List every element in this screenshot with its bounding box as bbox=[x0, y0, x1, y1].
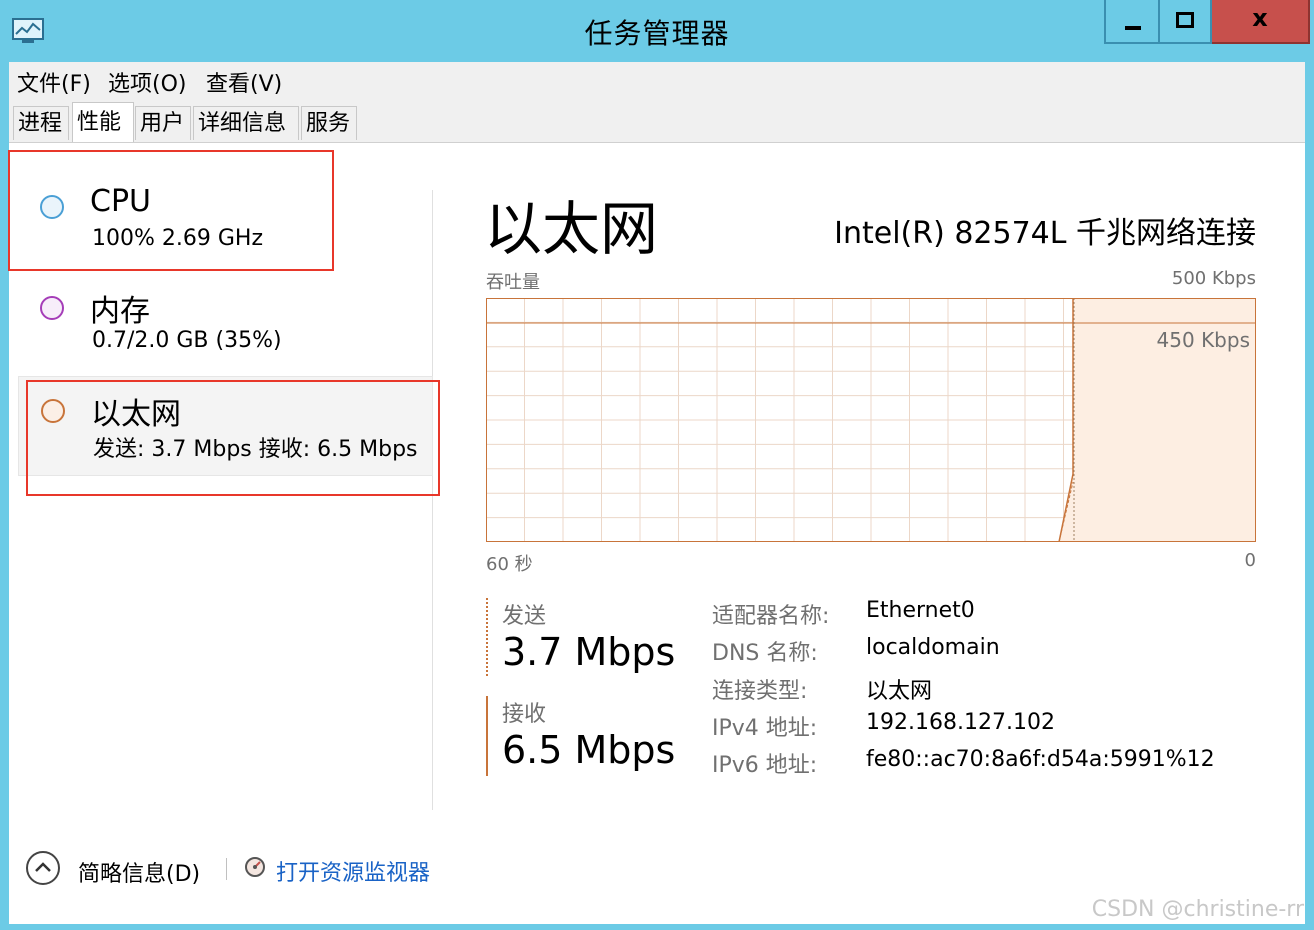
send-indicator bbox=[486, 598, 488, 676]
tab-services[interactable]: 服务 bbox=[301, 106, 357, 140]
footer-separator bbox=[226, 858, 227, 880]
window-border-right bbox=[1305, 62, 1314, 930]
annotation-box-ethernet bbox=[26, 380, 440, 496]
maximize-button[interactable] bbox=[1160, 0, 1212, 44]
window-border-bottom bbox=[0, 924, 1314, 930]
receive-indicator bbox=[486, 696, 488, 776]
sidebar-item-memory[interactable]: 内存 0.7/2.0 GB (35%) bbox=[18, 272, 433, 372]
menu-bar: 文件(F) 选项(O) 查看(V) bbox=[9, 62, 1305, 100]
collapse-button[interactable] bbox=[26, 851, 60, 885]
graph-label-throughput: 吞吐量 bbox=[486, 272, 540, 293]
prop-value-connection-type: 以太网 bbox=[866, 679, 933, 704]
prop-label-connection-type: 连接类型: bbox=[712, 679, 808, 704]
maximize-icon bbox=[1176, 12, 1194, 28]
prop-value-ipv4: 192.168.127.102 bbox=[866, 710, 1055, 735]
prop-label-adapter: 适配器名称: bbox=[712, 604, 830, 629]
close-button[interactable]: x bbox=[1212, 0, 1310, 44]
tab-performance[interactable]: 性能 bbox=[72, 102, 134, 142]
annotation-box-cpu bbox=[8, 150, 334, 271]
tab-users[interactable]: 用户 bbox=[135, 106, 191, 140]
send-value: 3.7 Mbps bbox=[502, 630, 676, 674]
prop-label-ipv6: IPv6 地址: bbox=[712, 753, 818, 778]
minimize-button[interactable] bbox=[1104, 0, 1160, 44]
close-icon: x bbox=[1252, 4, 1268, 32]
graph-inner-label: 450 Kbps bbox=[1156, 328, 1250, 352]
sidebar-item-label: 内存 bbox=[90, 294, 150, 329]
prop-value-adapter: Ethernet0 bbox=[866, 598, 975, 623]
graph-label-max: 500 Kbps bbox=[1171, 268, 1256, 289]
minimize-icon bbox=[1125, 26, 1141, 30]
receive-value: 6.5 Mbps bbox=[502, 728, 676, 772]
detail-title: 以太网 bbox=[484, 195, 659, 263]
send-label: 发送 bbox=[502, 604, 547, 629]
tab-details[interactable]: 详细信息 bbox=[193, 106, 299, 140]
throughput-graph bbox=[486, 298, 1256, 542]
open-resource-monitor-link[interactable]: 打开资源监视器 bbox=[276, 855, 430, 887]
prop-label-dns: DNS 名称: bbox=[712, 641, 818, 666]
receive-label: 接收 bbox=[502, 702, 547, 727]
adapter-name: Intel(R) 82574L 千兆网络连接 bbox=[834, 216, 1256, 251]
sidebar-item-detail: 0.7/2.0 GB (35%) bbox=[92, 328, 282, 353]
resource-monitor-icon bbox=[245, 857, 265, 877]
prop-value-ipv6: fe80::ac70:8a6f:d54a:5991%12 bbox=[866, 747, 1215, 772]
prop-value-dns: localdomain bbox=[866, 635, 1000, 660]
prop-label-ipv4: IPv4 地址: bbox=[712, 716, 818, 741]
menu-file[interactable]: 文件(F) bbox=[17, 66, 91, 98]
graph-axis-right: 0 bbox=[1244, 550, 1256, 571]
tab-processes[interactable]: 进程 bbox=[13, 106, 69, 140]
fewer-details-label[interactable]: 简略信息(D) bbox=[78, 856, 200, 888]
graph-axis-left: 60 秒 bbox=[486, 554, 533, 575]
watermark: CSDN @christine-rr bbox=[1091, 897, 1304, 922]
menu-options[interactable]: 选项(O) bbox=[108, 66, 186, 98]
memory-indicator-icon bbox=[40, 296, 64, 320]
tab-bar: 进程 性能 用户 详细信息 服务 bbox=[9, 100, 1305, 143]
menu-view[interactable]: 查看(V) bbox=[206, 66, 282, 98]
title-bar: 任务管理器 x bbox=[0, 0, 1314, 62]
chevron-up-icon bbox=[35, 862, 51, 872]
